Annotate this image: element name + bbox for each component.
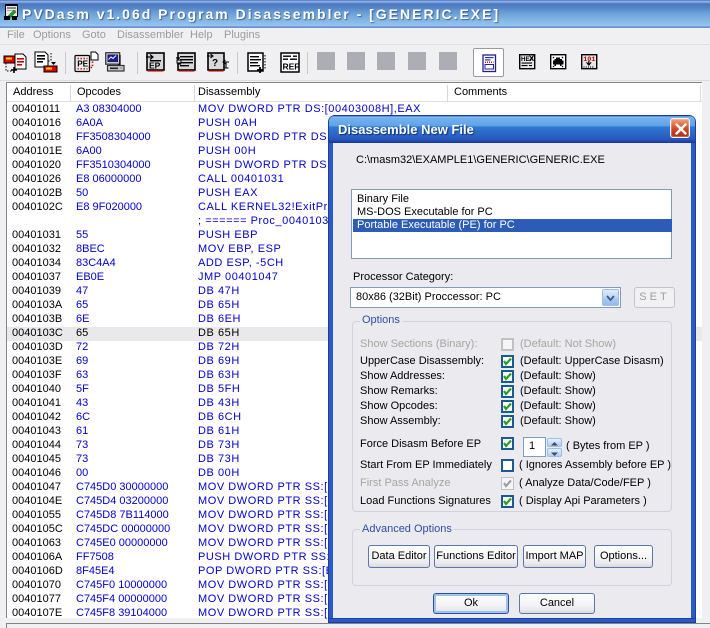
svg-text:PE: PE — [77, 60, 88, 69]
svg-text:EP: EP — [149, 61, 161, 71]
svg-text:REF: REF — [283, 62, 300, 72]
svg-text:?: ? — [212, 58, 218, 69]
